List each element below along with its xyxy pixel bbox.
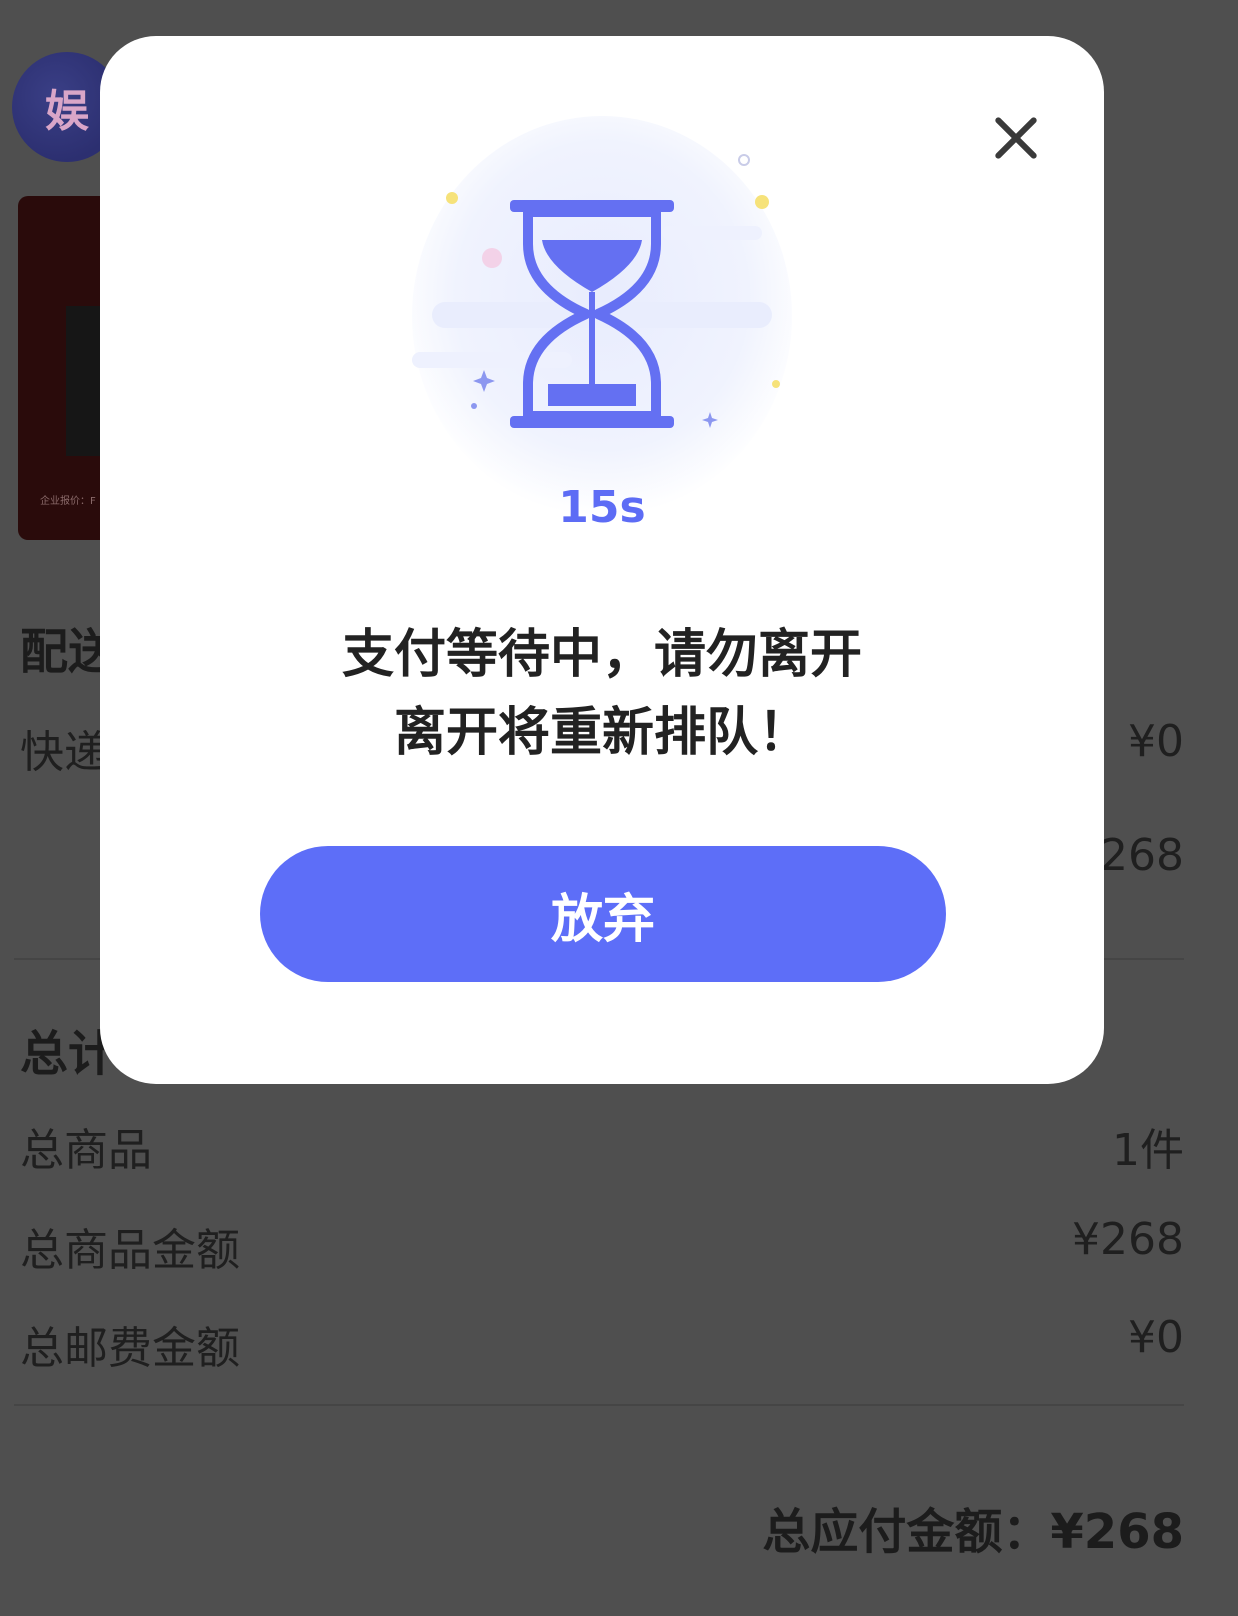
totals-row: 总商品金额 ¥268 [20,1214,1184,1278]
wait-message-line1: 支付等待中，请勿离开 [341,625,862,685]
order-page: 娱 企业报价：F 配送 快递 ¥0 ¥268 总计 总商品 1件 总商品金额 ¥… [0,0,1238,1616]
totals-row-value: ¥0 [1128,1312,1184,1363]
grand-total: 总应付金额：¥268 [762,1492,1184,1562]
abandon-button[interactable]: 放弃 [260,846,946,982]
hourglass-icon [412,116,792,516]
close-icon[interactable] [980,102,1050,172]
totals-row-value: 1件 [1112,1125,1184,1176]
product-note: 企业报价：F [40,496,96,507]
countdown-timer: 15s [558,482,646,533]
totals-row-label: 总商品金额 [20,1225,240,1276]
grand-total-value: ¥268 [1050,1504,1184,1560]
totals-row-label: 总商品 [20,1125,152,1176]
totals-row-value: ¥268 [1072,1214,1184,1265]
totals-row: 总商品 1件 [20,1114,1184,1178]
payment-wait-dialog: 15s 支付等待中，请勿离开 离开将重新排队！ 放弃 [100,36,1104,1084]
delivery-row-value: ¥0 [1128,716,1184,767]
divider [14,1404,1184,1406]
totals-row: 总邮费金额 ¥0 [20,1312,1184,1376]
totals-row-label: 总邮费金额 [20,1323,240,1374]
grand-total-label: 总应付金额： [762,1504,1051,1560]
wait-message-line2: 离开将重新排队！ [393,703,810,763]
delivery-row-label: 快递 [20,727,108,778]
wait-message: 支付等待中，请勿离开 离开将重新排队！ [100,616,1104,772]
